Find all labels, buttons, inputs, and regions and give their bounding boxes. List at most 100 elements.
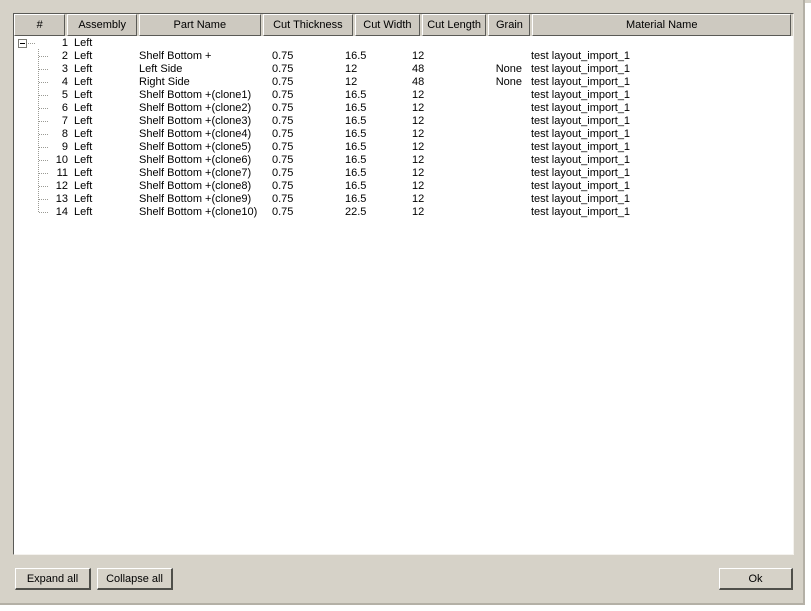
- cell-wid: 16.5: [345, 115, 367, 127]
- cell-mat: test layout_import_1: [531, 102, 631, 114]
- cell-part: Shelf Bottom +(clone8): [139, 180, 252, 192]
- cell-part: Shelf Bottom +: [139, 50, 212, 62]
- table-row[interactable]: 13 Left Shelf Bottom +(clone9) 0.75 16.5 12 te…: [14, 193, 793, 206]
- cell-wid: 16.5: [345, 102, 367, 114]
- cell-part: Shelf Bottom +(clone9): [139, 193, 252, 205]
- cell-mat: test layout_import_1: [531, 89, 631, 101]
- table-row[interactable]: 12 Left Shelf Bottom +(clone8) 0.75 16.5 12 te…: [14, 180, 793, 193]
- cell-num: 4: [61, 76, 68, 88]
- cell-wid: 16.5: [345, 180, 367, 192]
- cell-grain: [464, 141, 522, 154]
- cell-wid: 16.5: [345, 128, 367, 140]
- cell-wid: 12: [345, 76, 358, 88]
- table-row[interactable]: 11 Left Shelf Bottom +(clone7) 0.75 16.5 12 te…: [14, 167, 793, 180]
- cell-part: Shelf Bottom +(clone1): [139, 89, 252, 101]
- table-row[interactable]: 14 Left Shelf Bottom +(clone10) 0.75 22.5 12 t…: [14, 206, 793, 219]
- cell-wid: [345, 37, 405, 50]
- table-row[interactable]: 5 Left Shelf Bottom +(clone1) 0.75 16.5 12 tes…: [14, 89, 793, 102]
- cell-mat: test layout_import_1: [531, 167, 631, 179]
- cell-wid: 22.5: [345, 206, 367, 218]
- cell-thk: 0.75: [272, 180, 294, 192]
- dialog-frame: # Assembly Part Name Cut Thickness Cut Width…: [0, 0, 805, 605]
- cell-len: 48: [412, 63, 425, 75]
- cell-len: 12: [412, 115, 425, 127]
- cell-num: 12: [55, 180, 68, 192]
- column-header-mat[interactable]: Material Name: [532, 14, 792, 36]
- cell-thk: 0.75: [272, 128, 294, 140]
- dialog-button-bar: Expand all Collapse all Ok: [0, 560, 805, 605]
- table-row[interactable]: 2 Left Shelf Bottom + 0.75 16.5 12 test layout…: [14, 50, 793, 63]
- table-row[interactable]: 9 Left Shelf Bottom +(clone5) 0.75 16.5 12 tes…: [14, 141, 793, 154]
- cell-wid: 16.5: [345, 193, 367, 205]
- cell-wid: 16.5: [345, 89, 367, 101]
- cell-asm: Left: [74, 193, 93, 205]
- table-row[interactable]: 7 Left Shelf Bottom +(clone3) 0.75 16.5 12 tes…: [14, 115, 793, 128]
- cell-len: 12: [412, 89, 425, 101]
- cell-part: Shelf Bottom +(clone3): [139, 115, 252, 127]
- cell-grain: [464, 154, 522, 167]
- cell-len: 12: [412, 167, 425, 179]
- cell-grain: [464, 102, 522, 115]
- cell-mat: test layout_import_1: [531, 180, 631, 192]
- cell-len: 12: [412, 193, 425, 205]
- column-header-len[interactable]: Cut Length: [421, 14, 487, 36]
- cell-asm: Left: [74, 180, 93, 192]
- cell-asm: Left: [74, 50, 93, 62]
- cell-grain: [464, 128, 522, 141]
- cell-mat: test layout_import_1: [531, 128, 631, 140]
- column-header-grain[interactable]: Grain: [488, 14, 531, 36]
- cell-grain: [464, 167, 522, 180]
- table-row[interactable]: 8 Left Shelf Bottom +(clone4) 0.75 16.5 12 tes…: [14, 128, 793, 141]
- table-row[interactable]: 3 Left Left Side 0.75 12 48 None test layout_im…: [14, 63, 793, 76]
- column-header-num[interactable]: #: [14, 14, 66, 36]
- cell-part: Right Side: [139, 76, 190, 88]
- cell-part: Shelf Bottom +(clone2): [139, 102, 252, 114]
- part-list-dialog: # Assembly Part Name Cut Thickness Cut Width…: [0, 0, 811, 611]
- cell-asm: Left: [74, 102, 93, 114]
- cell-num: 10: [55, 154, 68, 166]
- cell-thk: 0.75: [272, 154, 294, 166]
- cell-part: [139, 37, 269, 50]
- table-body: 1 Left 2 Left Shelf Bottom +0.75 16.5 12 test l…: [14, 36, 793, 219]
- cell-thk: 0.75: [272, 141, 294, 153]
- cell-len: 12: [412, 154, 425, 166]
- window-shadow-bottom: [0, 605, 811, 611]
- table-row[interactable]: 1 Left: [14, 37, 793, 50]
- ok-button[interactable]: Ok: [719, 568, 793, 590]
- cell-len: [412, 37, 472, 50]
- cell-num: 13: [55, 193, 68, 205]
- collapse-all-button[interactable]: Collapse all: [97, 568, 173, 590]
- cell-len: 12: [412, 141, 425, 153]
- cell-wid: 16.5: [345, 167, 367, 179]
- table-row[interactable]: 4 Left Right Side 0.75 12 48 None test layout_i…: [14, 76, 793, 89]
- cell-thk: [272, 37, 332, 50]
- expand-all-button[interactable]: Expand all: [15, 568, 91, 590]
- cell-num: 1: [61, 37, 68, 49]
- cell-grain: [464, 180, 522, 193]
- column-header-asm[interactable]: Assembly: [67, 14, 137, 36]
- table-row[interactable]: 6 Left Shelf Bottom +(clone2) 0.75 16.5 12 tes…: [14, 102, 793, 115]
- cell-wid: 12: [345, 63, 358, 75]
- cell-part: Shelf Bottom +(clone7): [139, 167, 252, 179]
- column-header-thk[interactable]: Cut Thickness: [262, 14, 354, 36]
- cell-part: Shelf Bottom +(clone6): [139, 154, 252, 166]
- cell-thk: 0.75: [272, 167, 294, 179]
- cell-len: 12: [412, 206, 425, 218]
- column-header-part[interactable]: Part Name: [138, 14, 261, 36]
- cell-thk: 0.75: [272, 50, 294, 62]
- cell-mat: test layout_import_1: [531, 63, 631, 75]
- cell-asm: Left: [74, 76, 93, 88]
- cell-len: 12: [412, 180, 425, 192]
- cell-mat: test layout_import_1: [531, 76, 631, 88]
- cell-thk: 0.75: [272, 63, 294, 75]
- cell-num: 7: [61, 115, 68, 127]
- part-list-panel[interactable]: # Assembly Part Name Cut Thickness Cut Width…: [13, 13, 794, 555]
- cell-mat: test layout_import_1: [531, 50, 631, 62]
- table-row[interactable]: 10 Left Shelf Bottom +(clone6) 0.75 16.5 12 te…: [14, 154, 793, 167]
- cell-len: 12: [412, 50, 425, 62]
- column-header-wid[interactable]: Cut Width: [355, 14, 420, 36]
- cell-len: 48: [412, 76, 425, 88]
- cell-num: 6: [61, 102, 68, 114]
- cell-num: 11: [56, 167, 68, 179]
- cell-grain: [464, 50, 522, 63]
